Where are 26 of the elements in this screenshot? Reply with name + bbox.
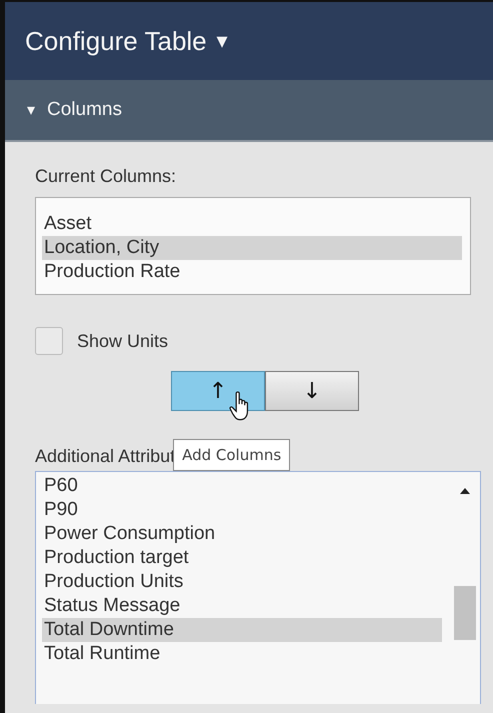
list-item[interactable]: Production Rate (42, 260, 462, 284)
list-item[interactable]: P60 (42, 474, 442, 498)
scrollbar-thumb[interactable] (454, 586, 476, 640)
list-item[interactable]: P90 (42, 498, 442, 522)
panel-title[interactable]: Configure Table (25, 26, 207, 56)
list-item[interactable]: Total Runtime (42, 642, 442, 666)
list-item[interactable]: Total Downtime (42, 618, 442, 642)
tooltip: Add Columns (173, 439, 290, 471)
dropdown-caret[interactable]: ▾ (216, 28, 228, 54)
field-label: Current Columns: (35, 166, 178, 187)
expand-caret[interactable]: ▾ (27, 100, 35, 120)
current-columns-list[interactable]: Asset Location, City Production Rate (35, 197, 471, 295)
section-header[interactable]: ▾ Columns (5, 80, 493, 142)
list-item[interactable]: Production target (42, 546, 442, 570)
checkbox-label: Show Units (77, 330, 168, 352)
list-item[interactable]: Status Message (42, 594, 442, 618)
list-item[interactable]: Location, City (42, 236, 462, 260)
section-title: Columns (47, 99, 122, 121)
attributes-list[interactable]: P60 P90 Power Consumption Production target Production Units Status Message Total Downtime Total Runtime (35, 471, 481, 704)
scroll-up-icon[interactable] (460, 488, 470, 494)
list-item[interactable]: Power Consumption (42, 522, 442, 546)
list-item[interactable]: Production Units (42, 570, 442, 594)
list-item[interactable]: Asset (42, 212, 462, 236)
checkbox[interactable] (35, 327, 63, 355)
field-label: Additional Attribut (35, 446, 176, 468)
move-down-button[interactable]: ↓ (265, 371, 359, 411)
